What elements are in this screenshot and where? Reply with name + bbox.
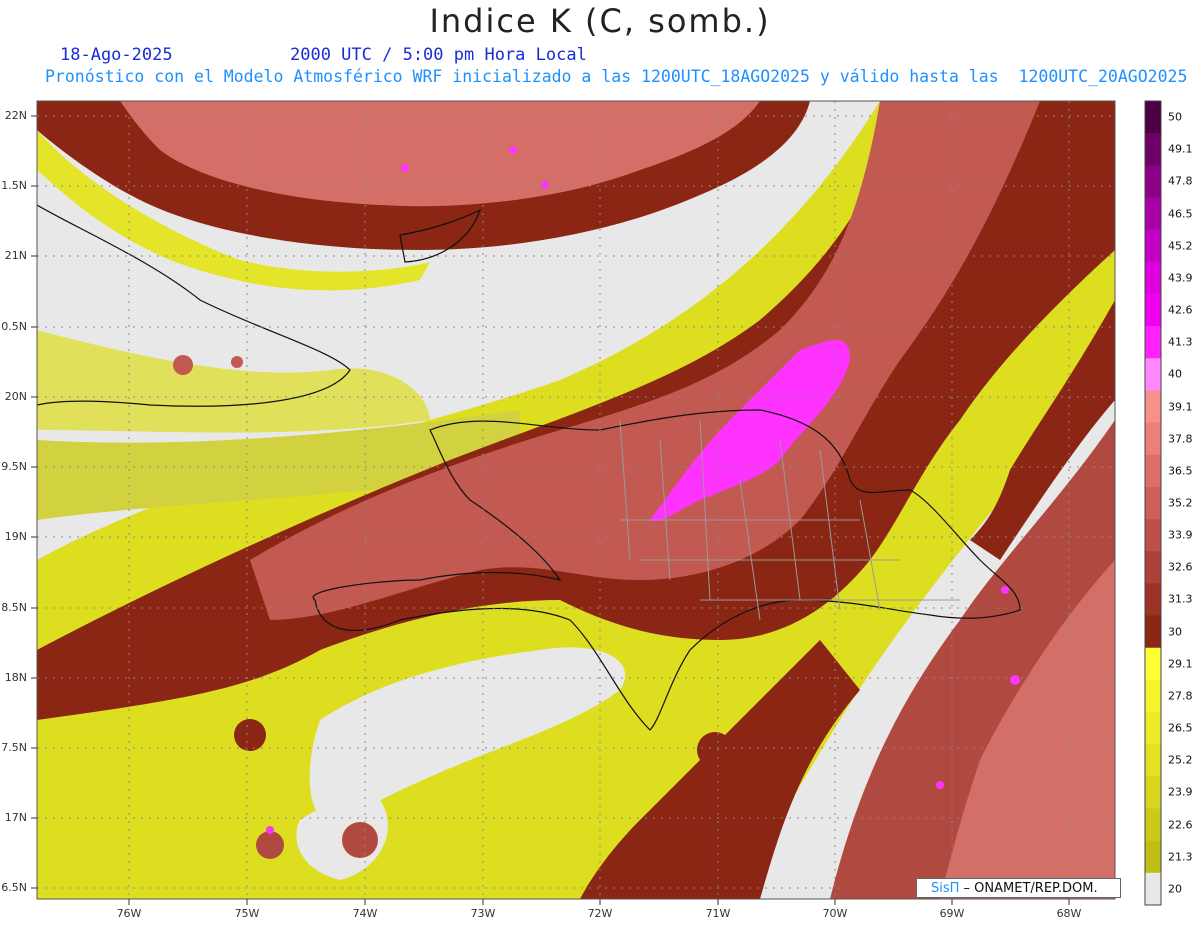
colorbar [1144, 100, 1162, 906]
lat-label: 6.5N [1, 881, 27, 894]
colorbar-swatch [1145, 454, 1161, 488]
colorbar-label: 42.6 [1168, 303, 1193, 317]
brand-logo-text: SisΠ [931, 881, 960, 896]
colorbar-swatch [1145, 165, 1161, 198]
lat-label: 8.5N [1, 601, 27, 614]
colorbar-swatch [1145, 615, 1161, 649]
colorbar-swatch [1145, 261, 1161, 295]
colorbar-swatch [1145, 551, 1161, 584]
lat-label: 0.5N [1, 320, 27, 333]
colorbar-label: 45.2 [1168, 239, 1193, 253]
lon-label: 74W [352, 907, 378, 920]
colorbar-label: 37.8 [1168, 432, 1193, 446]
colorbar-swatch [1145, 390, 1161, 424]
colorbar-label: 23.9 [1168, 785, 1193, 799]
colorbar-label: 31.3 [1168, 592, 1193, 606]
lat-label: 20N [4, 390, 27, 403]
colorbar-label: 30 [1168, 625, 1182, 639]
credit-text: – ONAMET/REP.DOM. [959, 881, 1098, 896]
colorbar-label: 47.8 [1168, 174, 1193, 188]
colorbar-label: 39.1 [1168, 400, 1193, 414]
colorbar-swatch [1145, 133, 1161, 166]
lat-label: 17N [4, 811, 27, 824]
colorbar-label: 21.3 [1168, 850, 1193, 864]
colorbar-label: 27.8 [1168, 689, 1193, 703]
lon-label: 75W [234, 907, 260, 920]
lon-label: 73W [470, 907, 496, 920]
colorbar-label: 50 [1168, 110, 1182, 124]
lat-label: 19N [4, 530, 27, 543]
lon-label: 68W [1056, 907, 1082, 920]
lat-label: 22N [4, 109, 27, 122]
colorbar-swatch [1145, 679, 1161, 713]
colorbar-label: 26.5 [1168, 721, 1193, 735]
lon-label: 72W [587, 907, 613, 920]
lon-label: 69W [939, 907, 965, 920]
lat-label: 1.5N [1, 179, 27, 192]
colorbar-label: 22.6 [1168, 818, 1193, 832]
colorbar-swatch [1145, 712, 1161, 745]
colorbar-swatch [1145, 744, 1161, 777]
colorbar-label: 49.1 [1168, 142, 1193, 156]
colorbar-label: 40 [1168, 367, 1182, 381]
colorbar-swatch [1145, 422, 1161, 456]
lat-label: 9.5N [1, 460, 27, 473]
lon-label: 76W [116, 907, 142, 920]
colorbar-swatch [1145, 647, 1161, 681]
colorbar-swatch [1145, 519, 1161, 552]
colorbar-swatch [1145, 197, 1161, 231]
lat-label: 7.5N [1, 741, 27, 754]
lat-label: 18N [4, 671, 27, 684]
colorbar-swatch [1145, 229, 1161, 263]
colorbar-label: 25.2 [1168, 753, 1193, 767]
colorbar-swatch [1145, 583, 1161, 617]
colorbar-label: 41.3 [1168, 335, 1193, 349]
colorbar-label: 33.9 [1168, 528, 1193, 542]
colorbar-swatch [1145, 486, 1161, 520]
colorbar-swatch [1145, 326, 1161, 359]
k-index-map [31, 100, 1162, 906]
colorbar-label: 32.6 [1168, 560, 1193, 574]
lat-label: 21N [4, 249, 27, 262]
colorbar-label: 29.1 [1168, 657, 1193, 671]
colorbar-label: 20 [1168, 882, 1182, 896]
lon-label: 71W [705, 907, 731, 920]
colorbar-swatch [1145, 358, 1161, 391]
colorbar-swatch [1145, 776, 1161, 810]
colorbar-label: 43.9 [1168, 271, 1193, 285]
colorbar-label: 35.2 [1168, 496, 1193, 510]
colorbar-swatch [1145, 808, 1161, 842]
lon-label: 70W [822, 907, 848, 920]
colorbar-label: 46.5 [1168, 207, 1193, 221]
colorbar-swatch [1145, 840, 1161, 874]
credit-box: SisΠ – ONAMET/REP.DOM. [916, 878, 1121, 898]
colorbar-swatch [1145, 293, 1161, 327]
colorbar-swatch [1145, 872, 1161, 906]
colorbar-label: 36.5 [1168, 464, 1193, 478]
colorbar-swatch [1145, 101, 1161, 134]
